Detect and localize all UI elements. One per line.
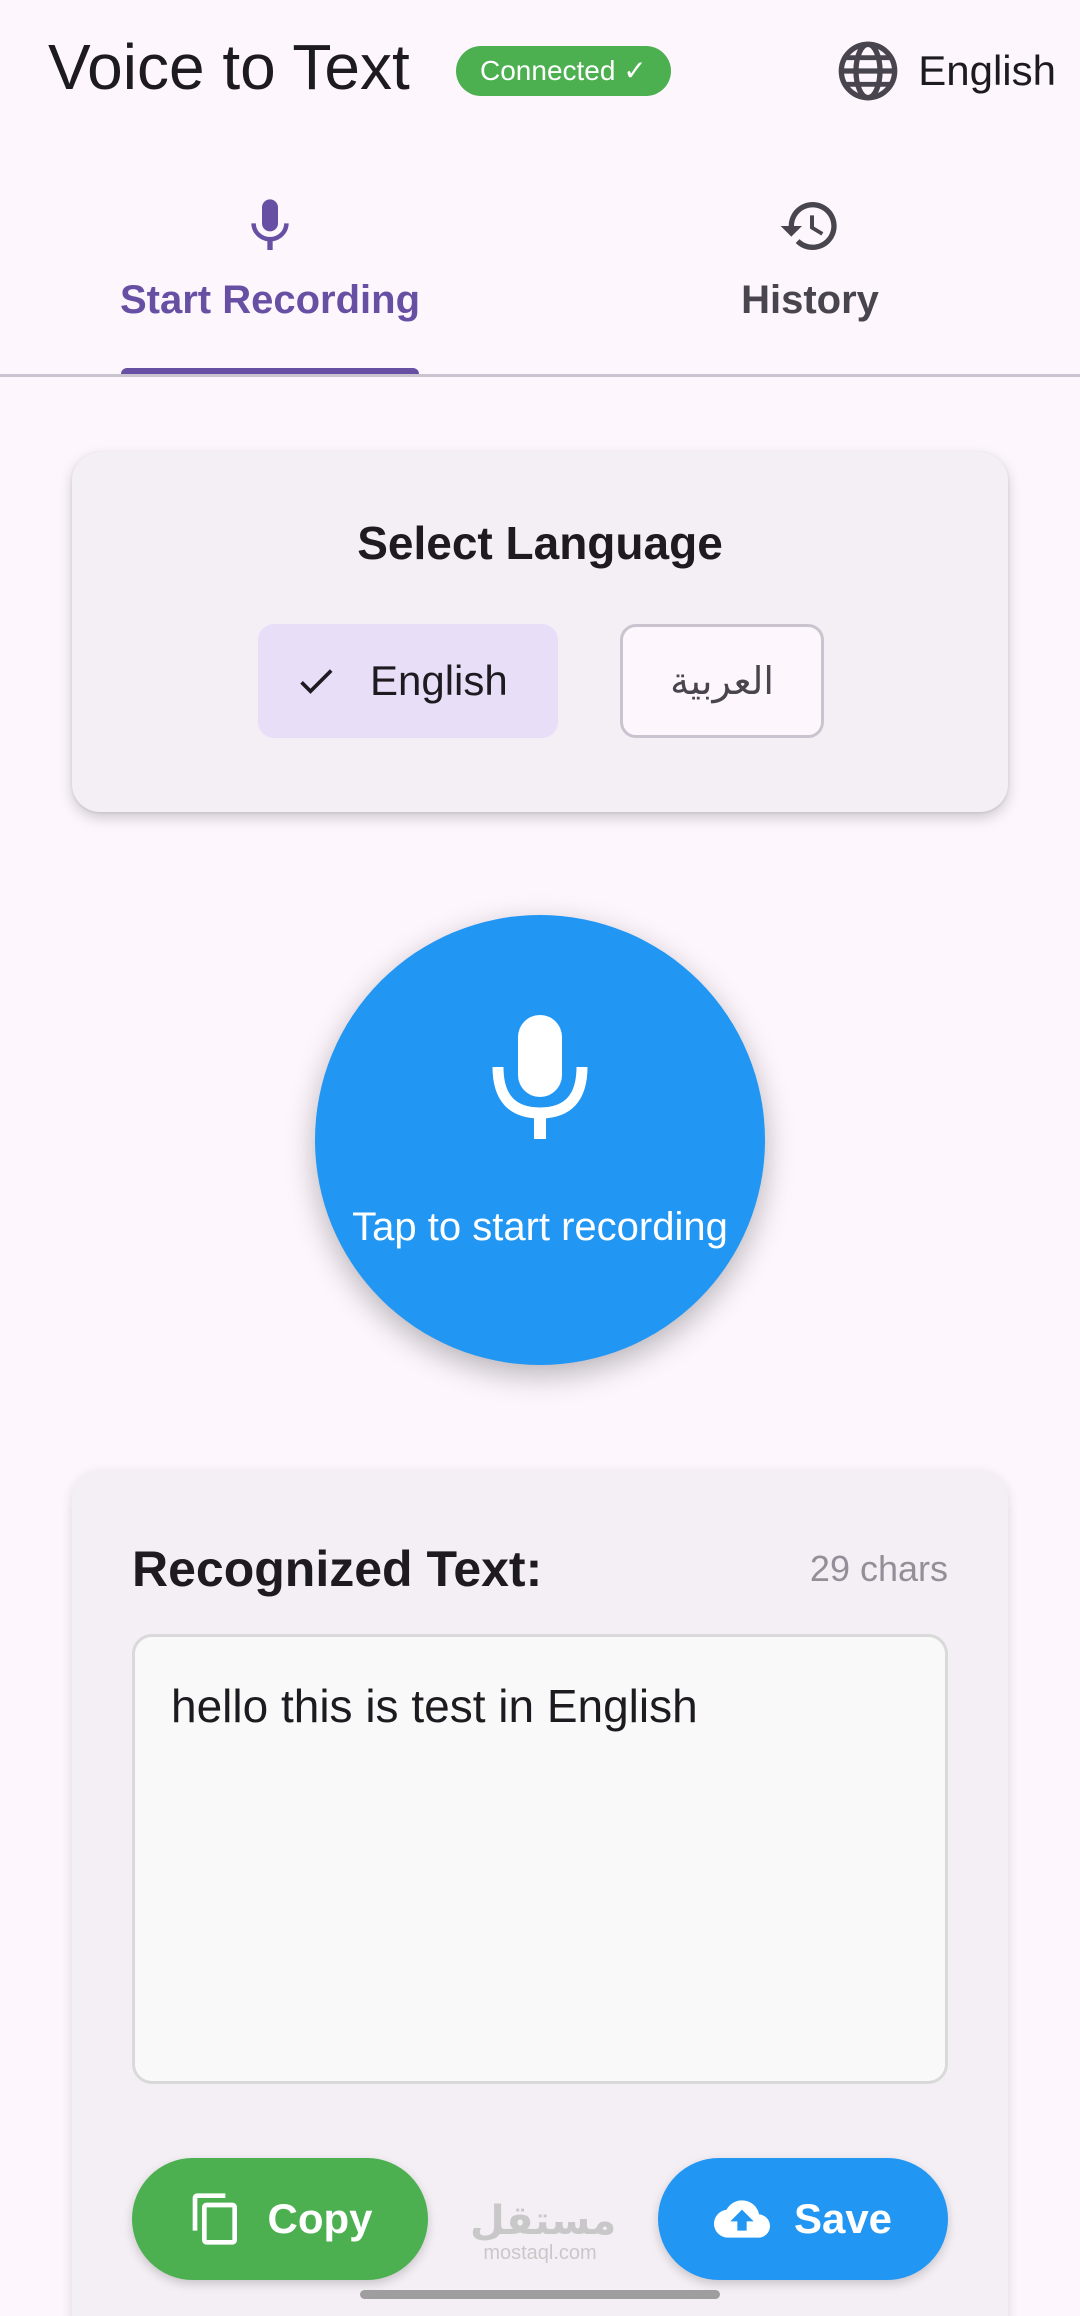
recognized-text-title: Recognized Text: (132, 1541, 543, 1597)
language-switch-label: English (918, 47, 1056, 94)
record-button[interactable]: Tap to start recording (315, 915, 765, 1365)
tab-divider (0, 374, 1080, 377)
check-icon (300, 669, 333, 694)
mic-icon (492, 1015, 588, 1139)
watermark: مستقل mostaql.com (470, 2198, 617, 2264)
language-switch-button[interactable]: English (836, 36, 1056, 106)
copy-button[interactable]: Copy (132, 2158, 428, 2280)
recognized-text-card: Recognized Text: 29 chars hello this is … (72, 1470, 1008, 2316)
language-chip-label: English (370, 657, 508, 704)
save-button-label: Save (793, 2195, 893, 2242)
language-chip-english[interactable]: English (258, 624, 558, 738)
mic-icon (251, 199, 289, 250)
tab-label: Start Recording (119, 278, 421, 322)
copy-button-label: Copy (267, 2195, 373, 2242)
record-button-label: Tap to start recording (352, 1205, 728, 1249)
watermark-logo-text: مستقل (470, 2198, 617, 2244)
globe-icon (838, 41, 898, 101)
language-card: Select Language English العربية (72, 452, 1008, 812)
char-count: 29 chars (809, 1548, 948, 1589)
app-root: Voice to Text Connected ✓ English Start … (0, 0, 1080, 2316)
language-chip-arabic[interactable]: العربية (620, 624, 824, 738)
copy-icon (192, 2193, 237, 2245)
tab-start-recording[interactable]: Start Recording (0, 180, 540, 376)
language-card-title: Select Language (357, 517, 723, 569)
recognized-text-field[interactable]: hello this is test in English (132, 1634, 948, 2084)
tab-bar: Start Recording History (0, 180, 1080, 377)
tab-history[interactable]: History (540, 180, 1080, 376)
history-icon (780, 202, 837, 251)
cloud-upload-icon (713, 2200, 770, 2238)
connection-status-badge: Connected ✓ (456, 46, 671, 96)
tab-label: History (741, 278, 879, 322)
app-title: Voice to Text (48, 31, 410, 103)
watermark-url: mostaql.com (483, 2242, 597, 2264)
save-button[interactable]: Save (658, 2158, 948, 2280)
home-indicator[interactable] (360, 2290, 720, 2299)
app-bar: Voice to Text Connected ✓ English (0, 0, 1080, 140)
